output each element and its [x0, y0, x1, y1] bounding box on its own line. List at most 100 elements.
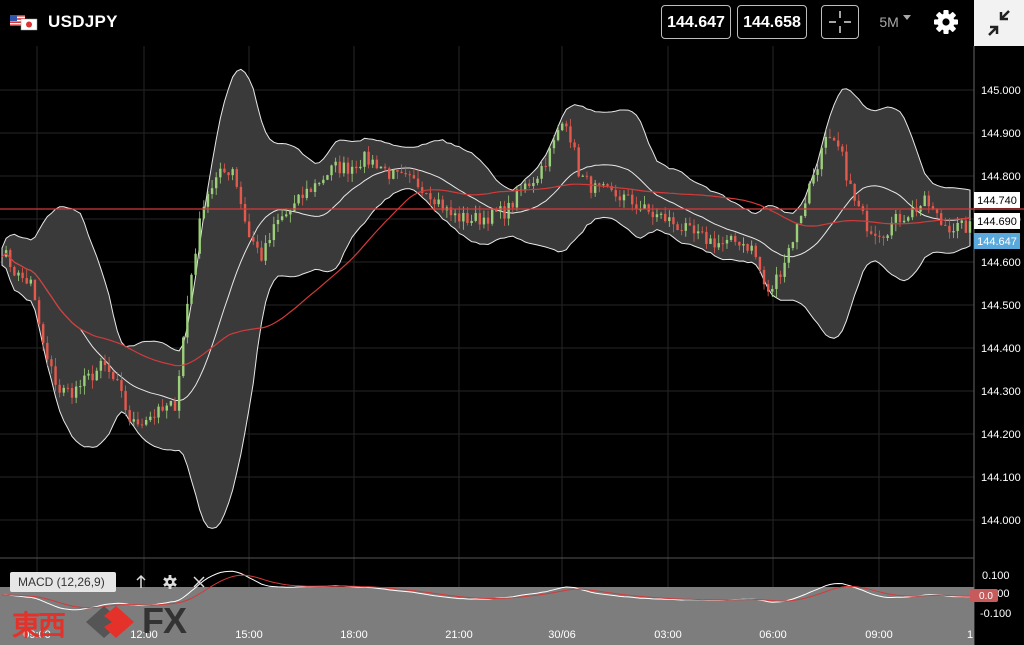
candle-body	[783, 262, 786, 277]
candle-body	[58, 384, 61, 393]
candle-body	[771, 288, 774, 292]
candle-body	[804, 203, 807, 217]
candle-body	[602, 184, 605, 186]
candle-body	[676, 224, 679, 231]
candle-body	[898, 213, 902, 223]
candle-body	[540, 166, 543, 179]
candle-body	[338, 161, 341, 174]
candle-body	[799, 216, 803, 224]
candle-body	[968, 221, 972, 233]
candle-body	[561, 123, 564, 131]
candle-body	[874, 233, 877, 236]
candle-body	[272, 224, 276, 241]
candle-body	[544, 166, 547, 168]
candle-body	[247, 221, 251, 238]
price-tag-mid: 144.690	[974, 213, 1020, 229]
candle-body	[931, 206, 935, 209]
candle-body	[326, 175, 329, 180]
candle-body	[33, 279, 37, 301]
candle-body	[721, 243, 725, 245]
price-chart[interactable]: 145.000144.900144.800144.700144.600144.5…	[0, 46, 1024, 645]
candle-body	[684, 223, 687, 231]
candle-body	[787, 248, 790, 263]
time-axis-label: 1	[967, 629, 973, 641]
candle-body	[153, 416, 156, 418]
time-axis-label: 21:00	[445, 629, 473, 641]
candle-body	[124, 390, 127, 411]
candle-body	[956, 222, 959, 232]
candle-body	[779, 274, 782, 277]
candle-body	[256, 241, 259, 248]
candle-body	[490, 208, 494, 224]
candle-body	[762, 269, 766, 285]
candle-body	[528, 183, 531, 187]
candle-body	[894, 213, 898, 223]
chevron-down-icon	[902, 15, 911, 20]
candle-body	[29, 279, 33, 284]
candle-body	[927, 195, 931, 207]
candle-body	[816, 169, 819, 175]
candle-body	[746, 244, 749, 251]
candle-body	[128, 410, 131, 422]
candle-body	[820, 147, 823, 170]
candle-body	[581, 175, 584, 177]
arrow-up-icon[interactable]	[132, 573, 150, 591]
us-japan-flag-icon	[10, 15, 38, 31]
candle-body	[453, 213, 457, 216]
candle-body	[849, 180, 852, 185]
candle-body	[140, 424, 144, 426]
candle-body	[474, 213, 477, 221]
price-axis-label: 144.800	[981, 171, 1021, 183]
candle-body	[507, 202, 510, 219]
candle-body	[552, 140, 556, 149]
candle-body	[412, 175, 416, 179]
candle-body	[54, 366, 57, 385]
sell-price-button[interactable]: 144.647	[661, 5, 731, 39]
candle-body	[317, 183, 321, 185]
candle-body	[515, 189, 519, 208]
candle-body	[964, 220, 968, 233]
candle-body	[808, 183, 811, 204]
close-icon[interactable]	[190, 573, 208, 591]
time-axis-label: 15:00	[235, 629, 263, 641]
candle-body	[606, 184, 609, 186]
symbol-title[interactable]: USDJPY	[48, 12, 118, 32]
collapse-fullscreen-button[interactable]	[974, 0, 1024, 46]
candle-body	[766, 284, 770, 292]
price-axis: 145.000144.900144.800144.700144.600144.5…	[981, 85, 1021, 527]
price-tag-bid: 144.647	[974, 233, 1020, 249]
crosshair-button[interactable]	[821, 5, 859, 39]
time-axis-label: 18:00	[340, 629, 368, 641]
candle-body	[79, 386, 82, 388]
buy-price-button[interactable]: 144.658	[737, 5, 807, 39]
candle-body	[738, 241, 741, 246]
settings-button[interactable]	[928, 5, 964, 39]
collapse-arrows-icon	[988, 10, 1010, 36]
gear-icon[interactable]	[161, 573, 179, 591]
candle-body	[915, 207, 918, 212]
candle-body	[334, 161, 337, 166]
candle-body	[50, 359, 53, 367]
candle-body	[371, 159, 374, 165]
candle-body	[243, 204, 247, 222]
candle-body	[330, 165, 333, 176]
timeframe-dropdown[interactable]: 5M	[870, 5, 920, 39]
candle-body	[194, 253, 197, 275]
candle-body	[466, 212, 469, 223]
time-axis-label: 03:00	[654, 629, 682, 641]
candle-body	[734, 236, 737, 242]
candle-body	[25, 278, 28, 284]
price-axis-label: 144.300	[981, 386, 1021, 398]
price-axis-label: 144.000	[981, 515, 1021, 527]
macd-indicator-label[interactable]: MACD (12,26,9)	[10, 572, 116, 592]
candle-body	[66, 387, 70, 389]
candle-body	[886, 235, 889, 238]
candle-body	[169, 400, 173, 406]
candle-body	[112, 371, 115, 380]
candle-body	[157, 406, 160, 418]
candle-body	[832, 137, 836, 141]
candle-body	[342, 162, 346, 174]
candle-body	[758, 257, 762, 270]
candle-body	[264, 243, 267, 261]
candle-body	[791, 242, 795, 249]
